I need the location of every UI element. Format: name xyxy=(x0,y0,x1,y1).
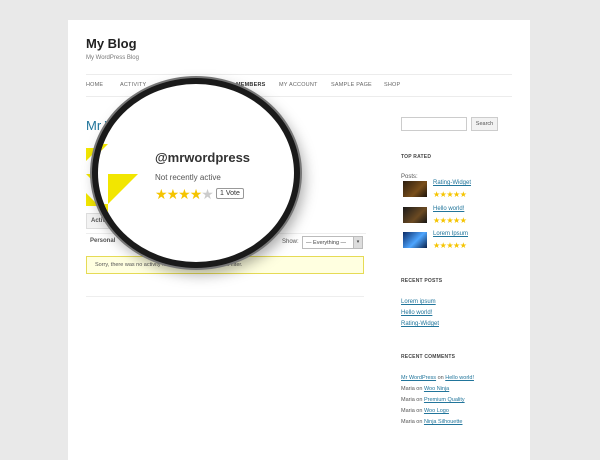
post-thumbnail[interactable] xyxy=(403,181,427,197)
recent-posts-title: RECENT POSTS xyxy=(401,278,443,284)
nav-sample-page[interactable]: SAMPLE PAGE xyxy=(331,82,372,88)
magnifier-lens: @mrwordpress Not recently active ★★★★★ 1… xyxy=(92,78,300,268)
recent-post-link[interactable]: Lorem ipsum xyxy=(401,299,436,305)
nav-my-account[interactable]: MY ACCOUNT xyxy=(279,82,318,88)
profile-status: Not recently active xyxy=(155,173,221,182)
search-button[interactable]: Search xyxy=(471,117,498,131)
comment-row: Maria on Woo Logo xyxy=(401,408,449,414)
nav-shop[interactable]: SHOP xyxy=(384,82,400,88)
star-icon[interactable]: ★ xyxy=(167,186,180,202)
recent-post-link[interactable]: Hello world! xyxy=(401,310,432,316)
top-rated-stars-3: ★★★★★ xyxy=(433,241,467,250)
site-description: My WordPress Blog xyxy=(86,55,139,61)
profile-username: @mrwordpress xyxy=(155,150,251,165)
comment-row: Maria on Ninja Silhouette xyxy=(401,419,463,425)
nav-home[interactable]: HOME xyxy=(86,82,103,88)
comment-row: Maria on Woo Ninja xyxy=(401,386,450,392)
divider xyxy=(86,296,364,297)
recent-comments-title: RECENT COMMENTS xyxy=(401,354,456,360)
nav-activity[interactable]: ACTIVITY xyxy=(120,82,146,88)
star-icon[interactable]: ★ xyxy=(178,186,191,202)
comment-row: Mr WordPress on Hello world! xyxy=(401,375,474,381)
top-rated-title: TOP RATED xyxy=(401,154,432,160)
chevron-down-icon: ▾ xyxy=(353,237,362,248)
post-thumbnail[interactable] xyxy=(403,207,427,223)
site-title[interactable]: My Blog xyxy=(86,36,137,51)
top-rated-link-2[interactable]: Hello world! xyxy=(433,206,464,212)
top-rated-link-3[interactable]: Lorem Ipsum xyxy=(433,231,468,237)
vote-count-badge: 1 Vote xyxy=(216,188,244,199)
top-rated-link-1[interactable]: Rating-Widget xyxy=(433,180,471,186)
profile-rating-stars[interactable]: ★★★★★ xyxy=(155,186,214,203)
top-rated-stars-2: ★★★★★ xyxy=(433,216,467,225)
search-input[interactable] xyxy=(401,117,467,131)
star-icon[interactable]: ★ xyxy=(190,186,203,202)
filter-label: Show: xyxy=(282,239,299,245)
top-rated-stars-1: ★★★★★ xyxy=(433,190,467,199)
comment-row: Maria on Premium Quality xyxy=(401,397,465,403)
avatar-magnified xyxy=(98,144,138,234)
recent-post-link[interactable]: Rating-Widget xyxy=(401,321,439,327)
tab-personal[interactable]: Personal xyxy=(90,238,115,244)
post-thumbnail[interactable] xyxy=(403,232,427,248)
posts-label: Posts: xyxy=(401,174,418,180)
star-icon[interactable]: ★ xyxy=(155,186,168,202)
activity-filter-select[interactable]: — Everything — ▾ xyxy=(302,236,363,249)
star-icon[interactable]: ★ xyxy=(201,186,214,202)
